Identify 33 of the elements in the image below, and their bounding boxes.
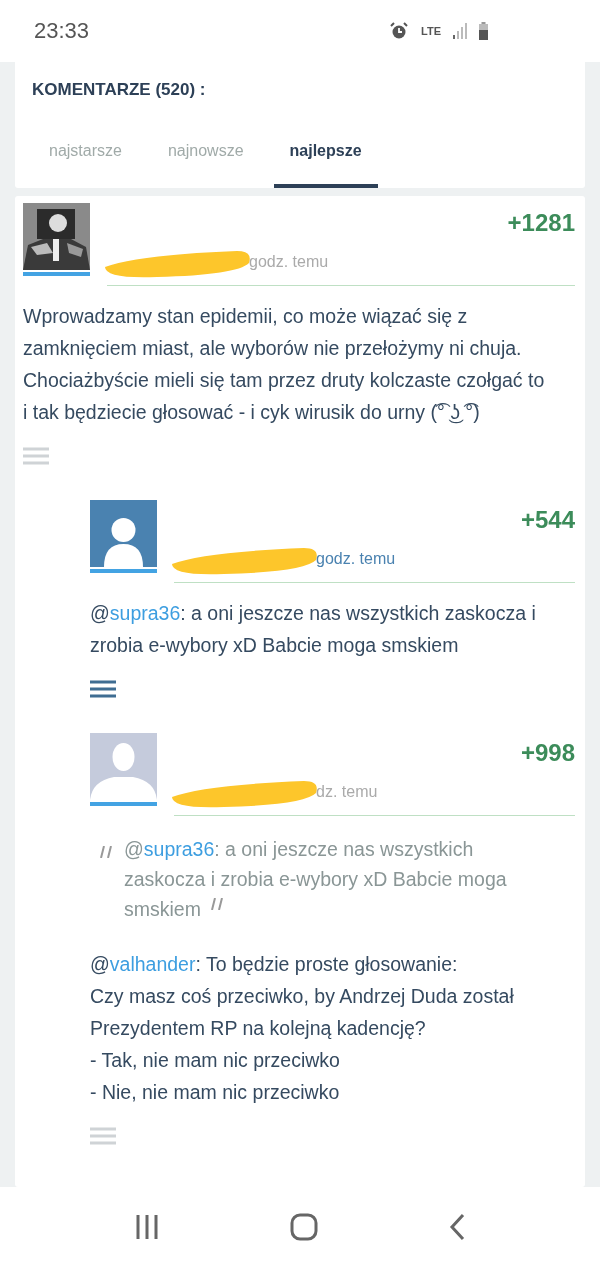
signal-icon: [453, 23, 467, 39]
vote-score: +998: [520, 739, 575, 767]
quoted-comment: @supra36: a oni jeszcze nas wszystkich zaskocza i zrobia e-wybory xD Babcie moga smskiem: [124, 837, 508, 922]
alarm-clock-icon: [389, 22, 410, 40]
comment-text: @valhander: To będzie proste głosowanie:: [90, 952, 459, 977]
recent-apps-icon[interactable]: [135, 1214, 160, 1240]
sort-tab[interactable]: najnowsze: [151, 142, 260, 188]
time-ago: godz. temu: [249, 253, 329, 271]
quote-mark-icon: [100, 846, 114, 858]
comment-text: Czy masz coś przeciwko, by Andrzej Duda został Prezydentem RP na kolejną kadencję?: [90, 984, 515, 1041]
home-icon[interactable]: [290, 1213, 318, 1241]
avatar-silhouette-icon: [90, 500, 157, 567]
comment-text: @supra36: a oni jeszcze nas wszystkich zaskocza i zrobia e-wybory xD Babcie moga smskiem: [90, 601, 537, 658]
vote-score: +1281: [507, 209, 575, 237]
comment-text: - Nie, nie mam nic przeciwko: [90, 1080, 341, 1105]
comment-text: - Tak, nie mam nic przeciwko: [90, 1048, 341, 1073]
sort-tab[interactable]: najstarsze: [49, 142, 138, 188]
sort-tab[interactable]: najlepsze: [273, 142, 378, 188]
vote-score: +544: [520, 506, 575, 534]
user-mention-link[interactable]: valhander: [109, 953, 196, 975]
time-ago: godz. temu: [316, 550, 396, 568]
time-ago: dz. temu: [316, 783, 378, 801]
battery-icon: [479, 22, 488, 40]
clock-time: 23:33: [34, 18, 90, 44]
back-icon[interactable]: [448, 1213, 465, 1241]
quote-mark-icon: [210, 898, 225, 910]
menu-icon[interactable]: [90, 679, 116, 699]
avatar-silhouette-icon: [90, 733, 157, 800]
network-type: LTE: [421, 25, 441, 37]
comment-text: Wprowadzamy stan epidemii, co może wiązać się z zamknięciem miast, ale wyborów nie przełożymy ni chuja. Chociażbyście mieli się tam przez druty kolczaste czołgać to i tak będziecie głosować - i cyk wirusik do urny (͡° ͜ʖ ͡°): [23, 304, 546, 426]
user-mention-link[interactable]: supra36: [109, 602, 181, 624]
user-mention-link[interactable]: supra36: [143, 838, 215, 860]
comments-title: KOMENTARZE (520) :: [32, 80, 207, 100]
